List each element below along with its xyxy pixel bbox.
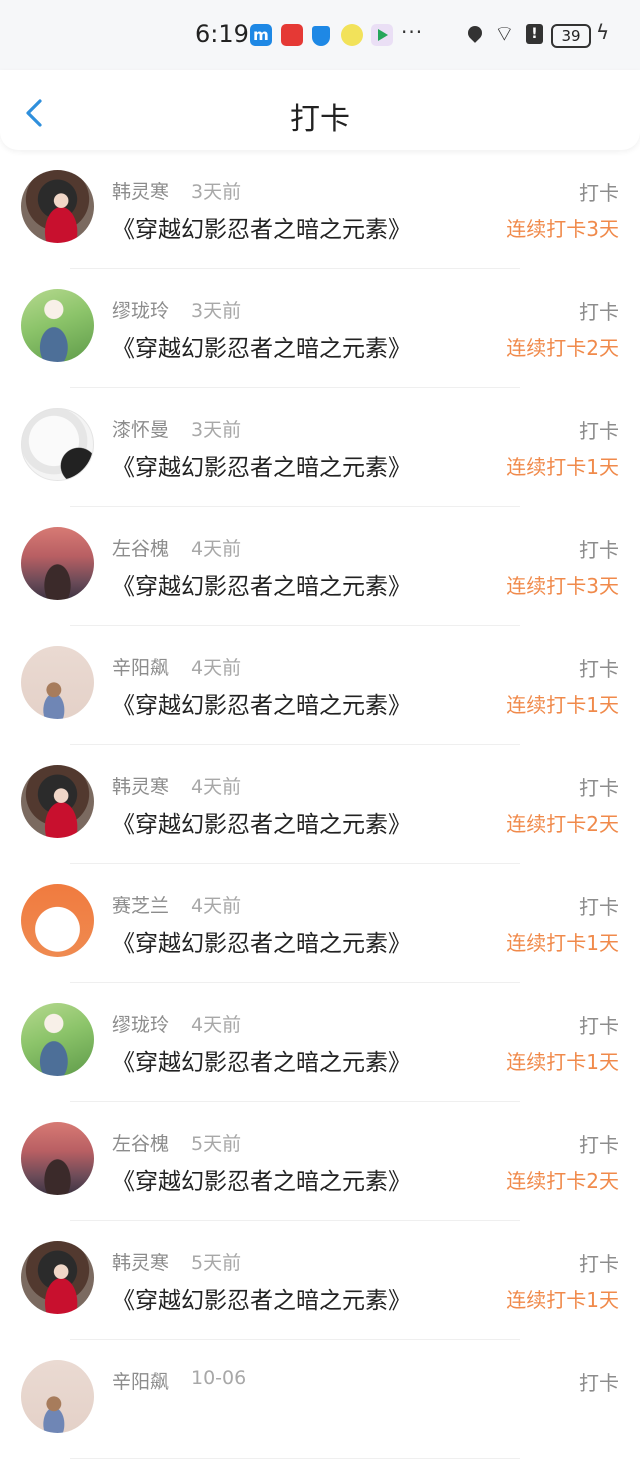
list-item[interactable]: 缪珑玲 3天前 《穿越幻影忍者之暗之元素》 打卡 连续打卡2天	[0, 269, 640, 388]
user-name[interactable]: 缪珑玲	[112, 296, 169, 323]
streak-label: 连续打卡1天	[506, 455, 619, 479]
huawei-app-icon	[281, 24, 303, 46]
page-title: 打卡	[290, 102, 350, 137]
checkin-list: 韩灵寒 3天前 《穿越幻影忍者之暗之元素》 打卡 连续打卡3天 缪珑玲 3天前 …	[0, 150, 640, 1459]
video-app-icon	[371, 24, 393, 46]
avatar[interactable]	[21, 170, 94, 243]
list-item[interactable]: 韩灵寒 4天前 《穿越幻影忍者之暗之元素》 打卡 连续打卡2天	[0, 745, 640, 864]
book-title[interactable]: 《穿越幻影忍者之暗之元素》	[112, 329, 411, 363]
alert-icon: !	[526, 24, 543, 44]
avatar[interactable]	[21, 884, 94, 957]
battery-icon: 39	[551, 24, 591, 48]
status-bar: 6:19 m ··· ⌔ ! 39 ϟ	[0, 0, 640, 70]
time-ago: 4天前	[191, 1014, 242, 1036]
streak-label: 连续打卡1天	[506, 693, 619, 717]
checkin-label: 打卡	[579, 776, 619, 800]
status-time: 6:19	[195, 20, 249, 48]
time-ago: 3天前	[191, 181, 242, 203]
list-item[interactable]: 缪珑玲 4天前 《穿越幻影忍者之暗之元素》 打卡 连续打卡1天	[0, 983, 640, 1102]
streak-label: 连续打卡2天	[506, 1169, 619, 1193]
checkin-label: 打卡	[579, 419, 619, 443]
list-item[interactable]: 韩灵寒 5天前 《穿越幻影忍者之暗之元素》 打卡 连续打卡1天	[0, 1221, 640, 1340]
avatar[interactable]	[21, 765, 94, 838]
streak-label: 连续打卡1天	[506, 1050, 619, 1074]
wifi-icon: ⌔	[494, 22, 515, 47]
avatar[interactable]	[21, 527, 94, 600]
checkin-label: 打卡	[579, 1133, 619, 1157]
user-name[interactable]: 漆怀曼	[112, 415, 169, 442]
checkin-label: 打卡	[579, 300, 619, 324]
book-title[interactable]: 《穿越幻影忍者之暗之元素》	[112, 1162, 411, 1196]
checkin-label: 打卡	[579, 1014, 619, 1038]
nav-header: 打卡	[0, 70, 640, 150]
book-title[interactable]: 《穿越幻影忍者之暗之元素》	[112, 805, 411, 839]
app-m-icon: m	[250, 24, 272, 46]
user-name[interactable]: 韩灵寒	[112, 177, 169, 204]
list-item[interactable]: 漆怀曼 3天前 《穿越幻影忍者之暗之元素》 打卡 连续打卡1天	[0, 388, 640, 507]
streak-label: 连续打卡2天	[506, 336, 619, 360]
avatar[interactable]	[21, 408, 94, 481]
streak-label: 连续打卡3天	[506, 217, 619, 241]
time-ago: 5天前	[191, 1252, 242, 1274]
book-title[interactable]: 《穿越幻影忍者之暗之元素》	[112, 924, 411, 958]
user-name[interactable]: 缪珑玲	[112, 1010, 169, 1037]
book-title[interactable]: 《穿越幻影忍者之暗之元素》	[112, 210, 411, 244]
time-ago: 4天前	[191, 657, 242, 679]
checkin-label: 打卡	[579, 181, 619, 205]
time-ago: 3天前	[191, 419, 242, 441]
book-title[interactable]: 《穿越幻影忍者之暗之元素》	[112, 686, 411, 720]
avatar[interactable]	[21, 1003, 94, 1076]
shield-icon	[312, 26, 330, 46]
avatar[interactable]	[21, 646, 94, 719]
list-item[interactable]: 赛芝兰 4天前 《穿越幻影忍者之暗之元素》 打卡 连续打卡1天	[0, 864, 640, 983]
user-name[interactable]: 韩灵寒	[112, 772, 169, 799]
checkin-label: 打卡	[579, 538, 619, 562]
list-item[interactable]: 辛阳飙 10-06 打卡	[0, 1340, 640, 1459]
more-notifications-icon: ···	[401, 20, 424, 44]
book-title[interactable]: 《穿越幻影忍者之暗之元素》	[112, 448, 411, 482]
avatar[interactable]	[21, 1241, 94, 1314]
time-ago: 3天前	[191, 300, 242, 322]
user-name[interactable]: 韩灵寒	[112, 1248, 169, 1275]
book-title[interactable]: 《穿越幻影忍者之暗之元素》	[112, 567, 411, 601]
list-item[interactable]: 辛阳飙 4天前 《穿越幻影忍者之暗之元素》 打卡 连续打卡1天	[0, 626, 640, 745]
face-app-icon	[341, 24, 363, 46]
list-item[interactable]: 韩灵寒 3天前 《穿越幻影忍者之暗之元素》 打卡 连续打卡3天	[0, 150, 640, 269]
avatar[interactable]	[21, 1360, 94, 1433]
user-name[interactable]: 左谷槐	[112, 1129, 169, 1156]
time-ago: 4天前	[191, 895, 242, 917]
checkin-label: 打卡	[579, 1371, 619, 1395]
avatar[interactable]	[21, 1122, 94, 1195]
checkin-label: 打卡	[579, 1252, 619, 1276]
time-ago: 4天前	[191, 776, 242, 798]
user-name[interactable]: 赛芝兰	[112, 891, 169, 918]
checkin-label: 打卡	[579, 895, 619, 919]
user-name[interactable]: 左谷槐	[112, 534, 169, 561]
location-icon	[465, 23, 485, 43]
time-ago: 5天前	[191, 1133, 242, 1155]
list-item[interactable]: 左谷槐 4天前 《穿越幻影忍者之暗之元素》 打卡 连续打卡3天	[0, 507, 640, 626]
streak-label: 连续打卡1天	[506, 931, 619, 955]
streak-label: 连续打卡3天	[506, 574, 619, 598]
streak-label: 连续打卡2天	[506, 812, 619, 836]
user-name[interactable]: 辛阳飙	[112, 653, 169, 680]
book-title[interactable]: 《穿越幻影忍者之暗之元素》	[112, 1281, 411, 1315]
checkin-label: 打卡	[579, 657, 619, 681]
streak-label: 连续打卡1天	[506, 1288, 619, 1312]
list-item[interactable]: 左谷槐 5天前 《穿越幻影忍者之暗之元素》 打卡 连续打卡2天	[0, 1102, 640, 1221]
book-title[interactable]: 《穿越幻影忍者之暗之元素》	[112, 1043, 411, 1077]
time-ago: 4天前	[191, 538, 242, 560]
user-name[interactable]: 辛阳飙	[112, 1367, 169, 1394]
charging-icon: ϟ	[596, 20, 610, 44]
avatar[interactable]	[21, 289, 94, 362]
